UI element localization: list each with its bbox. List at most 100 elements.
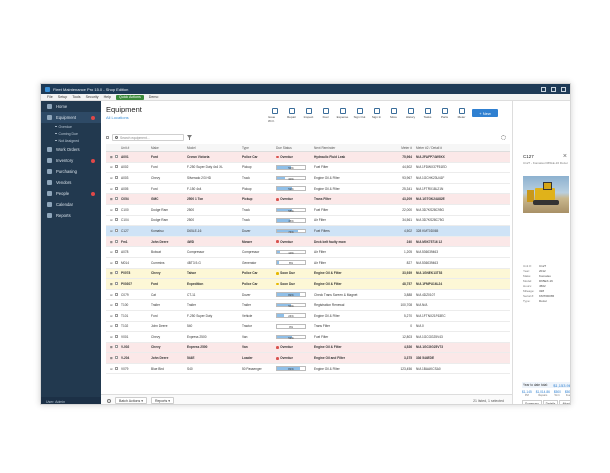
expand-icon[interactable]: ⊞ [110, 271, 113, 275]
row-checkbox[interactable] [115, 366, 118, 370]
table-row[interactable]: ⊞ C100 Dodge Ram 2500 Truck 55% Fuel Filter 22,… [106, 205, 510, 216]
tab-attachments[interactable]: Attachments [559, 400, 570, 404]
expand-icon[interactable]: ⊞ [110, 335, 113, 339]
close-icon[interactable]: × [563, 153, 567, 160]
gear-icon[interactable] [501, 135, 506, 140]
table-row[interactable]: ⊞ C079 Cat CT-11 Dozer 82% Check Trans Screen … [106, 290, 510, 301]
expand-icon[interactable]: ⊞ [110, 303, 113, 307]
table-row[interactable]: ⊞ T100 Trailer Trailer Trailer 50% Registratio… [106, 300, 510, 311]
toolbar-button-sign-in[interactable]: Sign In [370, 108, 383, 119]
sidebar-item-equipment[interactable]: Equipment [41, 112, 101, 123]
table-row[interactable]: ⊞ A078 Bobcat Compressor Compressor 10% Air Fi… [106, 247, 510, 258]
menu-tools[interactable]: Tools [72, 95, 80, 99]
table-row[interactable]: ⊞ T102 John Deere 540 Tractor 0% Trans Filter 0… [106, 322, 510, 333]
toolbar-button-inspect[interactable]: Inspect [302, 108, 315, 119]
quick-actions-button[interactable]: Quick Actions [115, 94, 144, 100]
reports-button[interactable]: Reports ▾ [150, 397, 174, 404]
menu-file[interactable]: File [47, 95, 53, 99]
table-row[interactable]: ⊞ C104 Dodge Ram 2500 Truck 46% Air Filter 34,5… [106, 216, 510, 227]
sidebar-item-reports[interactable]: Reports [41, 210, 101, 221]
expand-icon[interactable]: ⊞ [110, 261, 113, 265]
table-row[interactable]: ⊞ P0078 Chevy Tahoe Police Car Soon Due Engine… [106, 268, 510, 280]
table-row[interactable]: ⊞ A001 Ford Crown Victoria Police Car Overdue… [106, 152, 510, 163]
row-checkbox[interactable] [115, 345, 118, 349]
menu-setup[interactable]: Setup [58, 95, 67, 99]
sidebar-item-work-orders[interactable]: Work Orders [41, 144, 101, 155]
toolbar-button-issue-w-o[interactable]: Issue W.O. [268, 108, 281, 123]
expand-icon[interactable]: ⊞ [110, 345, 113, 349]
table-row[interactable]: ⊞ T101 Ford F-250 Super Duty Vehicle 24% Engin… [106, 311, 510, 322]
sidebar-item-purchasing[interactable]: Purchasing [41, 166, 101, 177]
row-checkbox[interactable] [115, 175, 118, 179]
row-checkbox[interactable] [115, 271, 118, 275]
demo-label[interactable]: Demo [149, 95, 159, 99]
toolbar-button-expense[interactable]: Expense [336, 108, 349, 119]
table-row[interactable]: ⊞ V079 Blue Bird S40 50 Passenger 81% Engine O… [106, 364, 510, 375]
column-header[interactable]: Make [150, 146, 186, 150]
column-header[interactable]: Meter # [389, 146, 415, 150]
expand-icon[interactable]: ⊞ [110, 165, 113, 169]
row-checkbox[interactable] [115, 334, 118, 338]
maximize-icon[interactable] [551, 86, 556, 92]
expand-icon[interactable]: ⊞ [110, 324, 113, 328]
new-button[interactable]: + New [472, 109, 498, 117]
row-checkbox[interactable] [115, 292, 118, 296]
expand-icon[interactable]: ⊞ [110, 208, 113, 212]
expand-icon[interactable]: ⊞ [110, 250, 113, 254]
table-row[interactable]: ⊞ P00307 Ford Expedition Police Car Soon Due E… [106, 279, 510, 290]
row-checkbox[interactable] [115, 186, 118, 190]
toolbar-button-tasks[interactable]: Tasks [421, 108, 434, 119]
expand-icon[interactable]: ⊞ [110, 356, 113, 360]
column-header[interactable]: Next Reminder [313, 146, 389, 150]
row-checkbox[interactable] [115, 154, 118, 158]
undo-icon[interactable] [107, 398, 111, 403]
table-row[interactable]: ⊞ V-002 Chevy Express 2500 Van Overdue Engine … [106, 342, 510, 354]
sidebar-subitem[interactable]: Coming Due [41, 130, 101, 137]
row-checkbox[interactable] [115, 260, 118, 264]
table-row[interactable]: ⊞ V-204 John Deere 544E Loader Overdue Engine … [106, 353, 510, 364]
batch-actions-button[interactable]: Batch Actions ▾ [115, 397, 147, 404]
sidebar-item-home[interactable]: Home [41, 101, 101, 112]
expand-icon[interactable]: ⊞ [110, 187, 113, 191]
expand-icon[interactable]: ⊞ [110, 314, 113, 318]
minimize-icon[interactable] [541, 86, 546, 92]
row-checkbox[interactable] [115, 356, 118, 360]
sidebar-item-vendors[interactable]: Vendors [41, 177, 101, 188]
toolbar-button-fuel[interactable]: Fuel [319, 108, 332, 119]
column-header[interactable]: Model [186, 146, 241, 150]
table-row[interactable]: ⊞ A005 Ford F-150 4x4 Pickup 52% Engine Oil & … [106, 184, 510, 195]
column-header[interactable]: Due Status [275, 146, 313, 150]
toolbar-button-parts[interactable]: Parts [438, 108, 451, 119]
table-row[interactable]: ⊞ V001 Chevy Express 2500 Van 53% Fuel Filter 1… [106, 332, 510, 343]
sidebar-subitem[interactable]: Overdue [41, 123, 101, 130]
expand-icon[interactable]: ⊞ [110, 282, 113, 286]
expand-icon[interactable]: ⊞ [110, 229, 113, 233]
toolbar-button-history[interactable]: History [404, 108, 417, 119]
table-row[interactable]: ⊞ A002 Ford F-250 Super Duty 4x4 XL Pickup 50… [106, 163, 510, 174]
column-header[interactable]: Meter #2 / Detail # [415, 146, 485, 150]
sidebar-item-inventory[interactable]: Inventory [41, 155, 101, 166]
menu-help[interactable]: Help [104, 95, 111, 99]
row-checkbox[interactable] [115, 313, 118, 317]
row-checkbox[interactable] [115, 239, 118, 243]
row-checkbox[interactable] [115, 207, 118, 211]
toolbar-button-meter[interactable]: Meter [455, 108, 468, 119]
expand-icon[interactable]: ⊞ [110, 240, 113, 244]
close-window-icon[interactable] [561, 86, 566, 92]
toolbar-button-sign-out[interactable]: Sign Out [353, 108, 366, 119]
search-input[interactable]: Search equipment... [112, 134, 184, 141]
table-row[interactable]: ⊞ Fm1 John Deere 4WD Mower Overdue Deck belt f… [106, 236, 510, 248]
tab-summary[interactable]: Summary [522, 400, 542, 404]
row-checkbox[interactable] [115, 324, 118, 328]
expand-icon[interactable]: ⊞ [110, 176, 113, 180]
sidebar-subitem[interactable]: Not Assigned [41, 137, 101, 144]
table-row[interactable]: ⊞ C127 Komatsu D65LE-16 Dozer 74% Fuel Filters… [106, 226, 510, 237]
tab-details[interactable]: Details [542, 400, 559, 404]
expand-icon[interactable]: ⊞ [110, 218, 113, 222]
expand-icon[interactable]: ⊞ [110, 197, 113, 201]
filter-icon[interactable] [187, 135, 192, 140]
row-checkbox[interactable] [115, 303, 118, 307]
row-checkbox[interactable] [115, 281, 118, 285]
table-row[interactable]: ⊞ A003 Chevy Silverado 2/3 HD Truck 30% Engine… [106, 173, 510, 184]
toolbar-button-more[interactable]: More [387, 108, 400, 119]
